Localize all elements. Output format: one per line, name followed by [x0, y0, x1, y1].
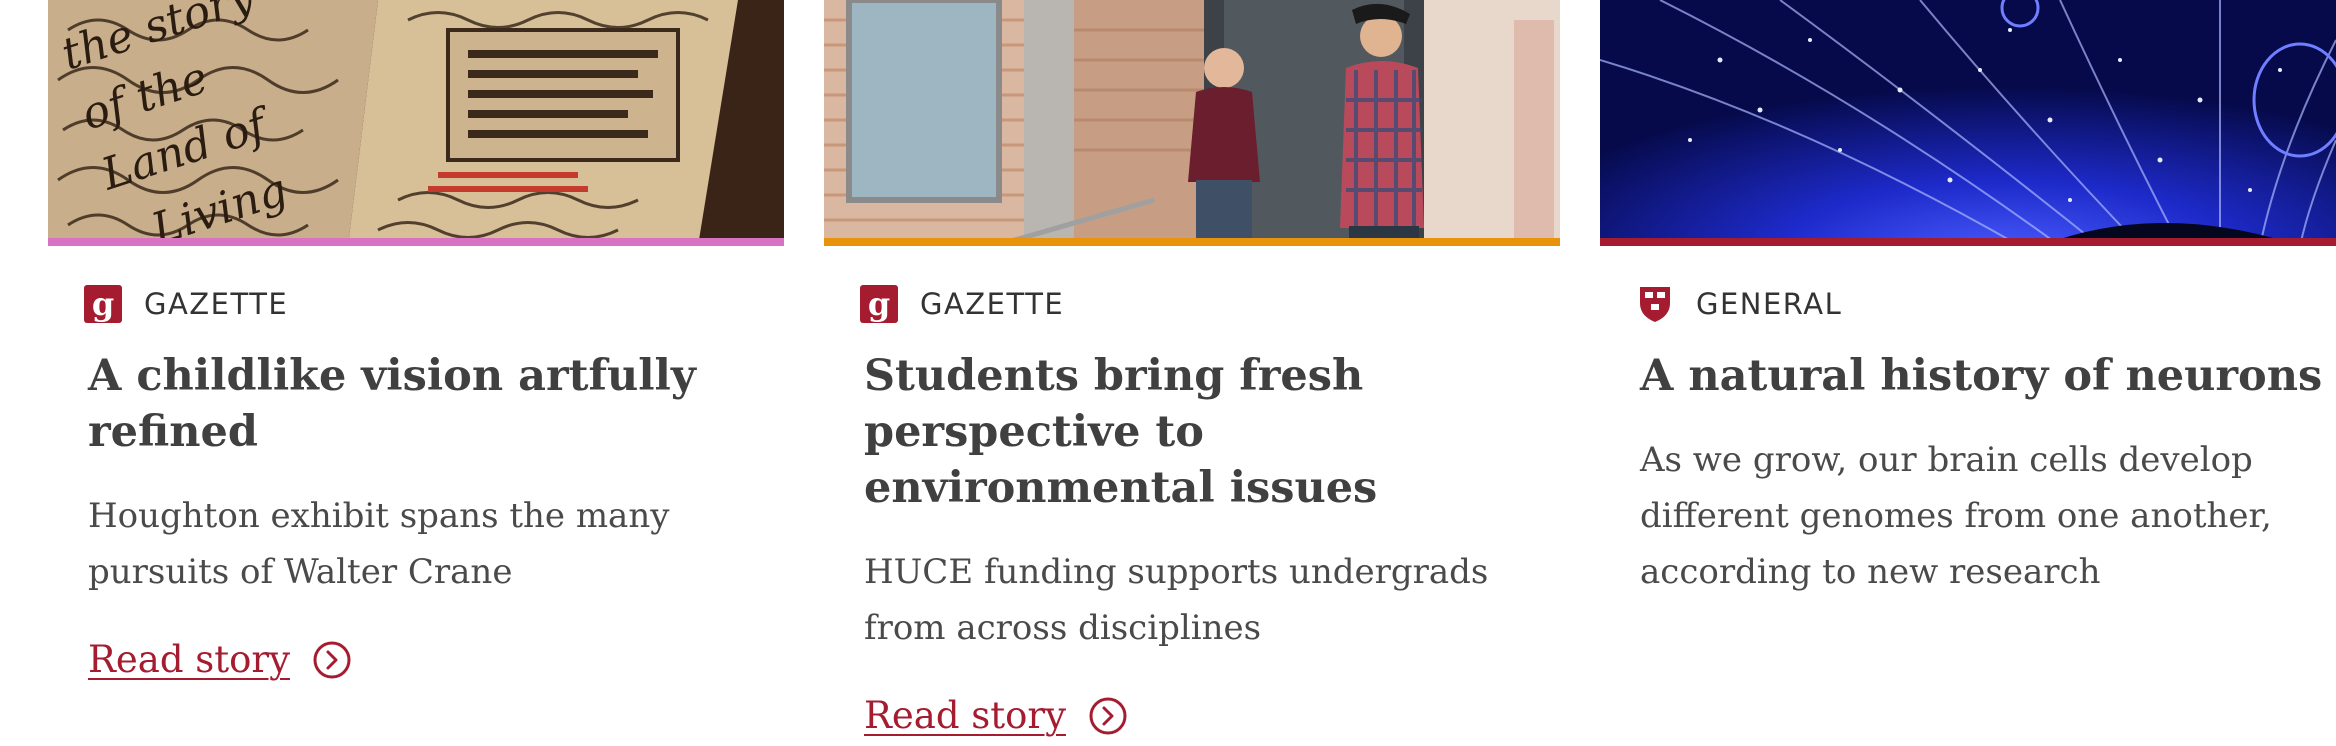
story-title[interactable]: Students bring fresh perspective to envi… — [864, 348, 1554, 516]
illuminated-book-image: the story of the Land of Living — [48, 0, 784, 246]
story-image[interactable] — [824, 0, 1560, 246]
read-story-link[interactable]: Read story — [88, 632, 352, 688]
accent-bar — [824, 238, 1560, 246]
story-card: the story of the Land of Living g GAZETT… — [48, 0, 784, 746]
story-summary: HUCE funding supports undergrads from ac… — [864, 552, 1489, 648]
gazette-g-icon: g — [84, 285, 122, 323]
source-meta: g GAZETTE — [860, 284, 1064, 324]
accent-bar — [1600, 238, 2336, 246]
story-image[interactable]: the story of the Land of Living — [48, 0, 784, 246]
story-summary: Houghton exhibit spans the many pursuits… — [88, 496, 670, 592]
source-meta: GENERAL — [1636, 284, 1842, 324]
story-card: GENERAL A natural history of neurons As … — [1600, 0, 2336, 746]
read-story-link[interactable]: Read story — [864, 688, 1128, 744]
neurons-microscopy-image — [1600, 0, 2336, 246]
read-story-label: Read story — [88, 638, 290, 681]
chevron-circle-right-icon — [1089, 697, 1127, 735]
source-meta: g GAZETTE — [84, 284, 288, 324]
harvard-shield-icon — [1636, 285, 1674, 323]
gazette-g-icon: g — [860, 285, 898, 323]
read-story-label: Read story — [864, 694, 1066, 737]
story-card: g GAZETTE Students bring fresh perspecti… — [824, 0, 1560, 746]
story-cards-row: the story of the Land of Living g GAZETT… — [0, 0, 2336, 746]
accent-bar — [48, 238, 784, 246]
source-label: GAZETTE — [920, 287, 1065, 321]
source-label: GAZETTE — [144, 287, 289, 321]
story-title[interactable]: A natural history of neurons — [1640, 348, 2330, 404]
story-image[interactable] — [1600, 0, 2336, 246]
story-title[interactable]: A childlike vision artfully refined — [88, 348, 778, 460]
source-label: GENERAL — [1696, 287, 1843, 321]
chevron-circle-right-icon — [313, 641, 351, 679]
students-portrait-image — [824, 0, 1560, 246]
story-summary: As we grow, our brain cells develop diff… — [1640, 440, 2272, 592]
